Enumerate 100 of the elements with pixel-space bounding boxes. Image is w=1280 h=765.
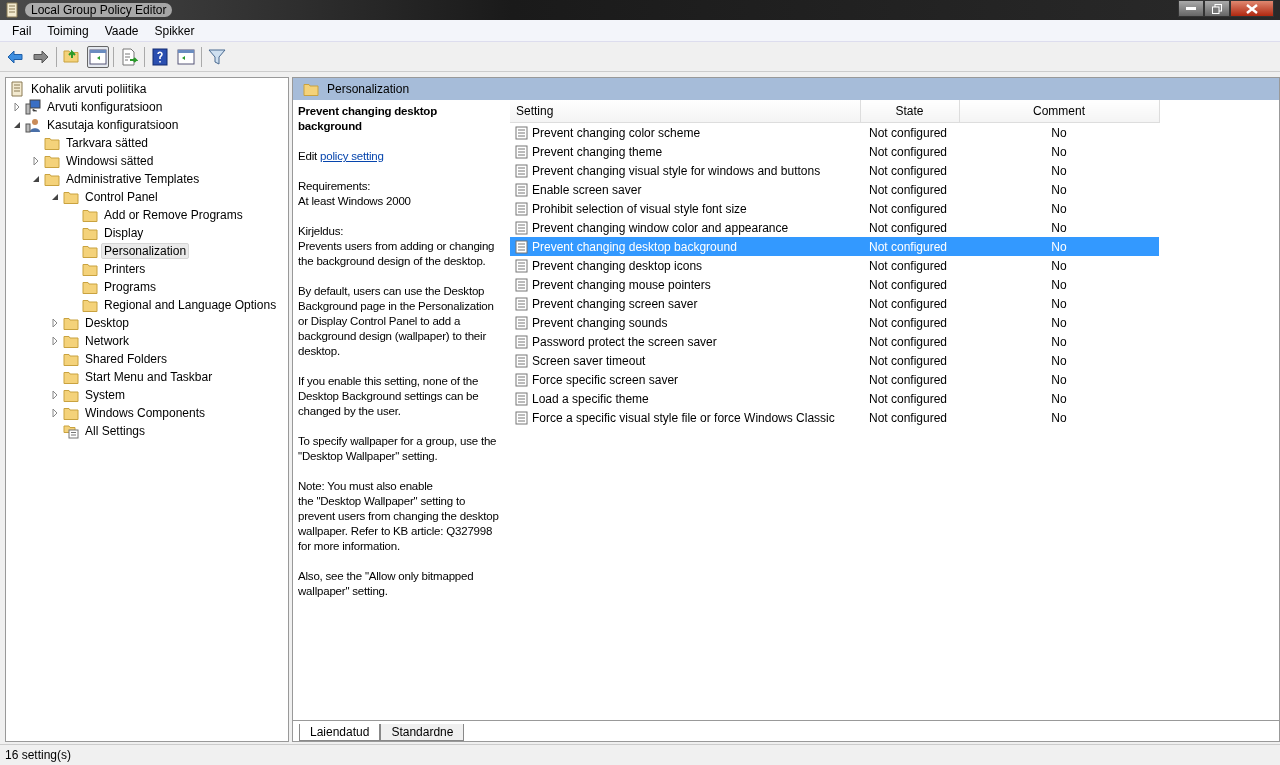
column-header[interactable]: State — [860, 100, 959, 123]
setting-name: Prevent changing window color and appearance — [532, 220, 789, 235]
minimize-button[interactable] — [1178, 0, 1204, 17]
view-tab[interactable]: Standardne — [380, 724, 465, 741]
expand-arrow-icon[interactable] — [50, 408, 60, 418]
setting-row[interactable]: Prevent changing screen saver Not configured No — [510, 294, 1159, 313]
comment-cell-text: No — [1050, 163, 1068, 178]
tree-item[interactable]: Tarkvara sätted — [63, 135, 152, 151]
tree-item[interactable]: Display — [101, 225, 147, 241]
state-cell-text: Not configured — [868, 410, 949, 425]
tree-item[interactable]: All Settings — [82, 423, 149, 439]
collapse-arrow-icon[interactable] — [50, 192, 60, 202]
setting-row[interactable]: Force a specific visual style file or force Windows Classic Not configured No — [510, 408, 1159, 427]
policy-icon — [515, 220, 528, 235]
view-tab[interactable]: Laiendatud — [299, 724, 381, 741]
menu-item[interactable]: Vaade — [96, 23, 147, 38]
setting-name: Prevent changing color scheme — [532, 125, 701, 140]
description-paragraph: To specify wallpaper for a group, use the "Desktop Wallpaper" setting. — [298, 434, 498, 464]
policy-setting-link[interactable]: policy setting — [320, 150, 384, 162]
tree-item[interactable]: Shared Folders — [82, 351, 171, 367]
setting-name: Prevent changing theme — [532, 144, 663, 159]
tree-item[interactable]: Windows Components — [82, 405, 209, 421]
minimize-icon — [1186, 6, 1196, 11]
comment-cell-text: No — [1050, 296, 1068, 311]
setting-name: Prevent changing visual style for windows and buttons — [532, 163, 821, 178]
setting-row[interactable]: Password protect the screen saver Not configured No — [510, 332, 1159, 351]
setting-row[interactable]: Force specific screen saver Not configured No — [510, 370, 1159, 389]
tree-item[interactable]: System — [82, 387, 128, 403]
setting-row[interactable]: Prevent changing color scheme Not configured No — [510, 122, 1159, 142]
expand-arrow-icon[interactable] — [50, 318, 60, 328]
setting-row[interactable]: Prevent changing desktop icons Not configured No — [510, 256, 1159, 275]
tree-item[interactable]: Kohalik arvuti poliitika — [28, 81, 150, 97]
policy-icon — [515, 125, 528, 140]
status-text: 16 setting(s) — [5, 748, 72, 762]
expand-arrow-icon[interactable] — [50, 336, 60, 346]
help-icon[interactable] — [149, 45, 171, 68]
comment-cell-text: No — [1050, 220, 1068, 235]
folder-icon — [63, 369, 79, 385]
tree-item[interactable]: Desktop — [82, 315, 133, 331]
tree-item[interactable]: Regional and Language Options — [101, 297, 280, 313]
state-cell-text: Not configured — [868, 277, 949, 292]
folder-icon — [82, 261, 98, 277]
tree-pane-icon[interactable] — [87, 45, 109, 68]
state-cell-text: Not configured — [868, 296, 949, 311]
scroll-icon — [9, 81, 25, 97]
setting-row[interactable]: Load a specific theme Not configured No — [510, 389, 1159, 408]
policy-icon — [515, 315, 528, 330]
state-cell-text: Not configured — [868, 144, 949, 159]
tree-item[interactable]: Control Panel — [82, 189, 161, 205]
tree-item[interactable]: Programs — [101, 279, 159, 295]
column-header[interactable]: Comment — [959, 100, 1159, 123]
tree-item[interactable]: Windowsi sätted — [63, 153, 157, 169]
collapse-arrow-icon[interactable] — [31, 174, 41, 184]
close-icon — [1246, 3, 1258, 14]
setting-row[interactable]: Prevent changing theme Not configured No — [510, 142, 1159, 161]
folder-icon — [44, 153, 60, 169]
tree-item[interactable]: Network — [82, 333, 132, 349]
comment-cell-text: No — [1050, 334, 1068, 349]
setting-name: Prevent changing sounds — [532, 315, 668, 330]
description-paragraph: Note: You must also enable the "Desktop Wallpaper" setting to prevent users from changing the desktop wallpaper. Refer to KB article: Q327998 for more information. — [298, 479, 500, 554]
comment-cell-text: No — [1050, 315, 1068, 330]
menu-item[interactable]: Spikker — [146, 23, 203, 38]
column-header[interactable]: Setting — [510, 100, 860, 123]
setting-row[interactable]: Prevent changing visual style for windows and buttons Not configured No — [510, 161, 1159, 180]
tree-item[interactable]: Kasutaja konfiguratsioon — [44, 117, 182, 133]
tree-item[interactable]: Arvuti konfiguratsioon — [44, 99, 166, 115]
setting-row[interactable]: Prevent changing mouse pointers Not configured No — [510, 275, 1159, 294]
setting-row[interactable]: Prevent changing sounds Not configured No — [510, 313, 1159, 332]
tree-item[interactable]: Printers — [101, 261, 149, 277]
menu-item[interactable]: Toiming — [39, 23, 97, 38]
expand-arrow-icon[interactable] — [31, 156, 41, 166]
comment-cell-text: No — [1050, 372, 1068, 387]
setting-name: Prevent changing screen saver — [532, 296, 698, 311]
setting-row[interactable]: Enable screen saver Not configured No — [510, 180, 1159, 199]
menu-item[interactable]: Fail — [4, 23, 40, 38]
comment-cell-text: No — [1050, 258, 1068, 273]
folder-icon — [82, 243, 98, 259]
setting-row[interactable]: Screen saver timeout Not configured No — [510, 351, 1159, 370]
state-cell-text: Not configured — [868, 391, 949, 406]
setting-name: Force a specific visual style file or force Windows Classic — [532, 410, 835, 425]
comment-cell-text: No — [1050, 391, 1068, 406]
expand-arrow-icon[interactable] — [50, 390, 60, 400]
folder-icon — [82, 207, 98, 223]
setting-row[interactable]: Prevent changing window color and appearance Not configured No — [510, 218, 1159, 237]
scroll-icon — [4, 2, 20, 18]
tree-item[interactable]: Add or Remove Programs — [101, 207, 246, 223]
state-cell-text: Not configured — [868, 239, 949, 254]
close-button[interactable] — [1230, 0, 1274, 17]
description-paragraph: Requirements: At least Windows 2000 — [298, 179, 412, 209]
folder-icon — [82, 225, 98, 241]
expand-arrow-icon[interactable] — [12, 102, 22, 112]
settings-list-icon — [63, 423, 79, 439]
tree-item[interactable]: Personalization — [101, 243, 190, 259]
state-cell-text: Not configured — [868, 258, 949, 273]
setting-row[interactable]: Prohibit selection of visual style font size Not configured No — [510, 199, 1159, 218]
policy-icon — [515, 163, 528, 178]
restore-button[interactable] — [1204, 0, 1230, 17]
collapse-arrow-icon[interactable] — [12, 120, 22, 130]
tree-item[interactable]: Start Menu and Taskbar — [82, 369, 216, 385]
tree-item[interactable]: Administrative Templates — [63, 171, 203, 187]
